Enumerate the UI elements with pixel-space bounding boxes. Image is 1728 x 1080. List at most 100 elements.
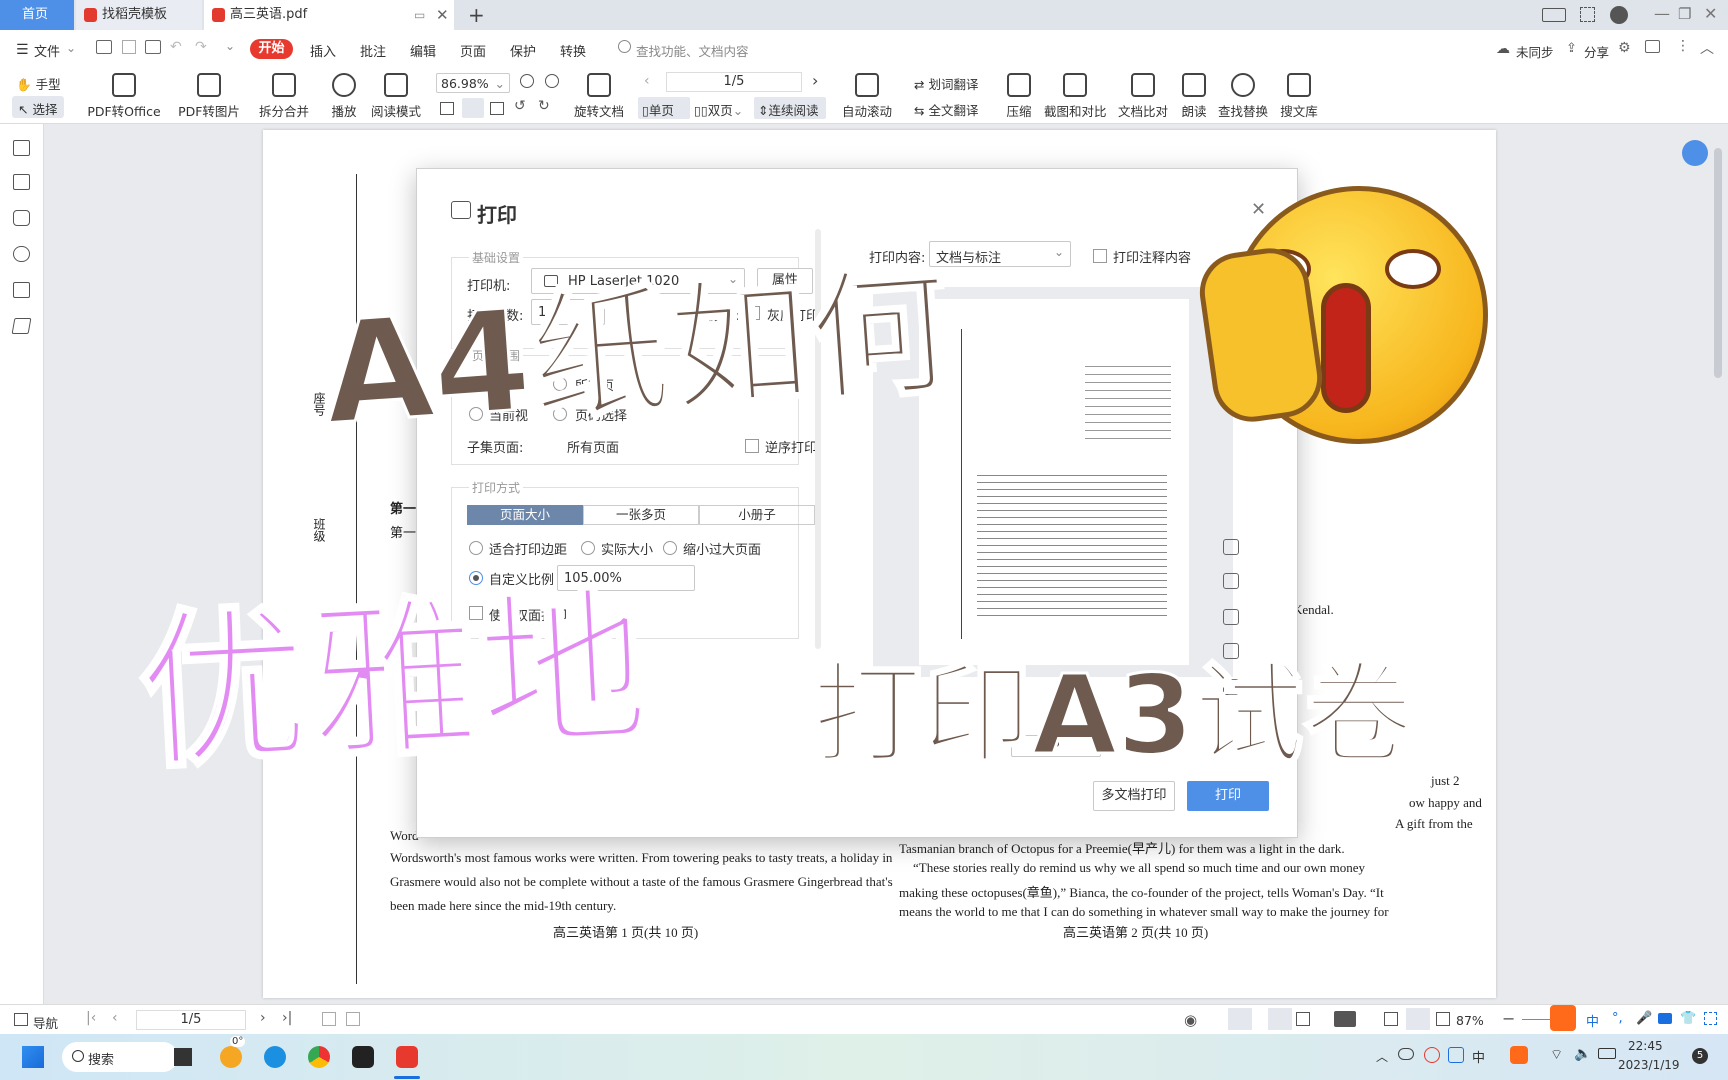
layout-icon[interactable] xyxy=(1542,8,1566,22)
skin-icon[interactable]: 👕 xyxy=(1680,1011,1696,1026)
open-folder-icon[interactable] xyxy=(96,40,112,54)
attachment-icon[interactable] xyxy=(13,246,30,262)
mic-icon[interactable]: 🎤 xyxy=(1636,1011,1652,1026)
menu-annotate[interactable]: 批注 xyxy=(360,41,386,60)
weather-icon[interactable] xyxy=(220,1046,242,1068)
play-button[interactable]: 播放 xyxy=(328,68,360,120)
clock-time[interactable]: 22:45 xyxy=(1628,1039,1663,1053)
continuous-view-icon[interactable] xyxy=(1228,1008,1252,1030)
page-input[interactable]: 1/5 xyxy=(666,72,802,92)
print-button[interactable]: 打印 xyxy=(1187,781,1269,811)
double-page-button[interactable]: ▯▯双页⌄ xyxy=(694,100,743,119)
hamburger-icon[interactable]: ☰ xyxy=(16,42,29,58)
restore-icon[interactable]: ❐ xyxy=(1678,5,1691,23)
sogou-tray-icon[interactable] xyxy=(1510,1046,1528,1064)
floating-assistant-icon[interactable] xyxy=(1682,140,1708,166)
eye-icon[interactable]: ◉ xyxy=(1184,1011,1197,1029)
zoom-out-icon[interactable] xyxy=(520,74,534,88)
close-window-icon[interactable]: ✕ xyxy=(1704,4,1717,23)
rotate-right-icon[interactable]: ↻ xyxy=(538,98,550,114)
rotate-left-icon[interactable]: ↺ xyxy=(514,98,526,114)
minimize-icon[interactable]: — xyxy=(1654,4,1670,23)
sync-status[interactable]: 未同步 xyxy=(1516,42,1554,61)
menu-convert[interactable]: 转换 xyxy=(560,41,586,60)
read-mode-button[interactable]: 阅读模式 xyxy=(370,68,422,120)
forward-icon[interactable] xyxy=(346,1012,360,1026)
clock-date[interactable]: 2023/1/19 xyxy=(1618,1058,1680,1072)
doc-compare-button[interactable]: 文档比对 xyxy=(1118,68,1168,120)
fit-width-icon[interactable] xyxy=(1436,1012,1450,1026)
actual-size-icon[interactable] xyxy=(1384,1012,1398,1026)
menu-protect[interactable]: 保护 xyxy=(510,41,536,60)
back-icon[interactable] xyxy=(322,1012,336,1026)
layers-icon[interactable] xyxy=(11,318,32,334)
fit-margins-radio[interactable] xyxy=(469,541,483,555)
next-page-icon[interactable]: › xyxy=(812,71,818,90)
volume-icon[interactable]: 🔈 xyxy=(1574,1046,1591,1062)
ime-menu-icon[interactable] xyxy=(1704,1012,1717,1025)
preview-tool-icon[interactable] xyxy=(1223,573,1239,589)
preview-tool-icon[interactable] xyxy=(1223,609,1239,625)
tray-app-icon[interactable] xyxy=(1448,1047,1464,1063)
undo-icon[interactable]: ↶ xyxy=(170,39,182,55)
redo-icon[interactable]: ↷ xyxy=(195,39,207,55)
windows-start-icon[interactable] xyxy=(22,1046,44,1068)
status-zoom[interactable]: 87% xyxy=(1456,1013,1484,1028)
sogou-ime-icon[interactable] xyxy=(1550,1005,1576,1031)
ime-mode[interactable]: 中 xyxy=(1586,1011,1599,1030)
actual-size-radio[interactable] xyxy=(581,541,595,555)
split-merge-button[interactable]: 拆分合并 xyxy=(254,68,314,120)
new-tab-button[interactable]: + xyxy=(468,0,485,30)
next-page-icon[interactable]: › xyxy=(260,1010,266,1026)
tray-chevron-icon[interactable]: ︿ xyxy=(1376,1048,1388,1065)
shrink-radio[interactable] xyxy=(663,541,677,555)
wps-icon[interactable] xyxy=(396,1046,418,1068)
double-view-icon[interactable] xyxy=(1296,1012,1310,1026)
tab-document[interactable]: 高三英语.pdf ▭ ✕ xyxy=(204,0,454,30)
search-library-button[interactable]: 搜文库 xyxy=(1280,68,1318,120)
apps-grid-icon[interactable] xyxy=(1580,7,1595,22)
last-page-icon[interactable]: ›| xyxy=(282,1010,292,1026)
close-icon[interactable]: ✕ xyxy=(1251,199,1266,220)
auto-scroll-button[interactable]: 自动滚动 xyxy=(838,68,896,120)
zoom-input[interactable]: 86.98% ⌄ xyxy=(436,73,510,93)
more-icon[interactable]: ⋮ xyxy=(1676,38,1690,54)
fit-page-icon[interactable] xyxy=(462,98,484,118)
tray-app-icon[interactable] xyxy=(1424,1047,1440,1063)
menu-page[interactable]: 页面 xyxy=(460,41,486,60)
tab-template[interactable]: 找稻壳模板 xyxy=(76,0,202,30)
mode-tab-multi[interactable]: 一张多页 xyxy=(583,505,699,525)
rotate-doc-button[interactable]: 旋转文档 xyxy=(572,68,626,120)
multi-doc-print-button[interactable]: 多文档打印 xyxy=(1093,781,1175,811)
keyboard-icon[interactable] xyxy=(1658,1013,1672,1024)
edge-icon[interactable] xyxy=(264,1046,286,1068)
menu-file[interactable]: 文件 xyxy=(34,41,60,60)
onedrive-icon[interactable] xyxy=(1398,1048,1414,1060)
chevron-down-icon[interactable]: ⌄ xyxy=(66,41,76,55)
fit-width-icon[interactable] xyxy=(490,102,504,115)
notification-badge[interactable]: 5 xyxy=(1692,1048,1708,1064)
fit-page-icon[interactable] xyxy=(1406,1008,1430,1030)
preview-tool-icon[interactable] xyxy=(1223,539,1239,555)
prev-page-icon[interactable]: ‹ xyxy=(644,73,650,89)
comments-icon[interactable] xyxy=(13,210,30,226)
tab-close-icon[interactable]: ✕ xyxy=(436,0,449,30)
prev-page-icon[interactable]: ‹ xyxy=(112,1010,118,1026)
mode-tab-page-size[interactable]: 页面大小 xyxy=(467,505,583,525)
collapse-ribbon-icon[interactable]: ︿ xyxy=(1700,38,1714,58)
task-view-icon[interactable] xyxy=(174,1048,192,1066)
subset-select[interactable]: 所有页面 xyxy=(567,437,619,456)
full-translate-button[interactable]: ⇆ 全文翻译 xyxy=(914,100,978,119)
save-icon[interactable] xyxy=(122,40,136,54)
compress-button[interactable]: 压缩 xyxy=(1004,68,1034,120)
zoom-in-icon[interactable] xyxy=(545,74,559,88)
word-translate-button[interactable]: ⇄ 划词翻译 xyxy=(914,74,978,93)
pdf-to-office-button[interactable]: PDF转Office xyxy=(84,68,164,120)
pdf-to-image-button[interactable]: PDF转图片 xyxy=(176,68,242,120)
menu-start[interactable]: 开始 xyxy=(250,39,293,59)
hand-tool[interactable]: ✋ 手型 xyxy=(16,74,61,93)
screenshot-compare-button[interactable]: 截图和对比 xyxy=(1044,68,1107,120)
tray-ime-icon[interactable]: 中 xyxy=(1472,1047,1485,1066)
comment-icon[interactable] xyxy=(1645,40,1660,53)
search-input[interactable]: 查找功能、文档内容 xyxy=(636,41,749,60)
